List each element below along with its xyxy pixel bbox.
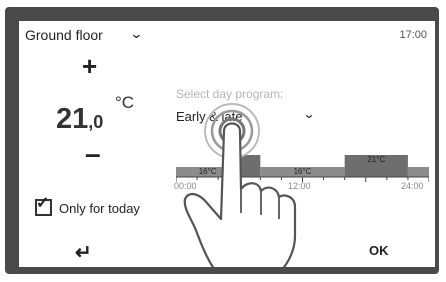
back-arrow-icon[interactable]: ↵ — [75, 240, 92, 265]
decrease-temperature-button[interactable]: – — [85, 140, 101, 168]
clock-time: 17:00 — [399, 29, 427, 41]
device-frame: Ground floor ⌄ 17:00 + 21,0 °C – ✓ Only … — [5, 7, 439, 274]
only-today-label[interactable]: Only for today — [59, 201, 140, 216]
checkmark-icon: ✓ — [36, 195, 50, 212]
increase-temperature-button[interactable]: + — [82, 53, 97, 79]
temperature-value: 21,0 — [56, 103, 103, 136]
touch-hand-icon — [183, 103, 297, 267]
timeline-segment-4[interactable] — [407, 167, 429, 177]
tick-label-end: 24:00 — [401, 181, 424, 191]
program-select-label: Select day program: — [176, 87, 284, 101]
chevron-down-icon[interactable]: ⌄ — [129, 26, 143, 42]
timeline-segment-label: 21°C — [367, 155, 385, 164]
ok-button[interactable]: OK — [369, 243, 389, 258]
temperature-unit: °C — [115, 93, 135, 112]
temperature-integer: 21 — [56, 103, 89, 135]
temperature-decimal: ,0 — [88, 112, 104, 132]
thermostat-screen: Ground floor ⌄ 17:00 + 21,0 °C – ✓ Only … — [19, 21, 435, 267]
zone-selector[interactable]: Ground floor — [25, 27, 103, 43]
